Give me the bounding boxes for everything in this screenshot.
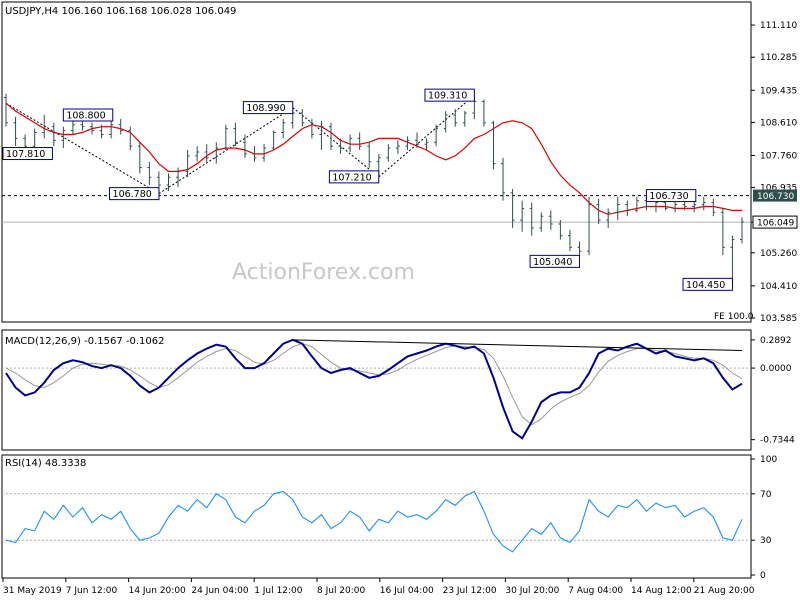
rsi-header: RSI(14) 48.3338	[5, 458, 86, 469]
watermark: ActionForex.com	[232, 260, 415, 285]
time-tick-label: 21 Aug 20:00	[694, 586, 755, 596]
chart-background	[0, 0, 800, 600]
annotation-label: 106.780	[113, 189, 152, 200]
time-tick-label: 7 Aug 04:00	[568, 586, 623, 596]
current-price-label: 106.049	[757, 219, 794, 229]
annotation-label: 108.800	[66, 110, 105, 121]
time-tick-label: 7 Jun 12:00	[66, 586, 118, 596]
level-tag-label: 106.730	[757, 192, 794, 202]
annotation-label: 104.450	[686, 280, 725, 291]
annotation-label: 106.730	[649, 191, 688, 202]
price-tick-label: 108.610	[760, 118, 797, 128]
price-tick-label: 107.760	[760, 151, 797, 161]
rsi-tick-label: 100	[760, 455, 777, 465]
annotation-label: 108.990	[246, 103, 285, 114]
time-tick-label: 30 Jul 20:00	[505, 586, 559, 596]
macd-tick-label: -0.7344	[760, 436, 795, 446]
price-tick-label: 111.110	[760, 21, 797, 31]
time-tick-label: 23 Jul 12:00	[443, 586, 497, 596]
chart-svg: USDJPY,H4 106.160 106.168 106.028 106.04…	[0, 0, 800, 600]
macd-header: MACD(12,26,9) -0.1567 -0.1062	[5, 336, 165, 347]
annotation-label: 107.810	[6, 149, 45, 160]
macd-tick-label: 0.0000	[760, 364, 792, 374]
annotation-label: 109.310	[428, 91, 467, 102]
annotation-label: 107.210	[332, 172, 371, 183]
time-tick-label: 14 Jun 20:00	[129, 586, 186, 596]
time-tick-label: 16 Jul 04:00	[380, 586, 434, 596]
rsi-tick-label: 0	[760, 571, 766, 581]
price-tick-label: 109.435	[760, 86, 797, 96]
rsi-tick-label: 70	[760, 490, 772, 500]
fe-label: FE 100.0	[714, 312, 754, 322]
time-tick-label: 31 May 2019	[3, 586, 62, 596]
macd-tick-label: 0.2892	[760, 336, 792, 346]
time-tick-label: 1 Jul 12:00	[254, 586, 303, 596]
time-tick-label: 24 Jun 04:00	[191, 586, 248, 596]
price-header: USDJPY,H4 106.160 106.168 106.028 106.04…	[5, 6, 236, 17]
price-tick-label: 110.285	[760, 53, 797, 63]
annotation-label: 105.040	[533, 257, 572, 268]
price-tick-label: 103.585	[760, 314, 797, 324]
rsi-tick-label: 30	[760, 536, 772, 546]
price-tick-label: 104.410	[760, 282, 797, 292]
time-tick-label: 14 Aug 12:00	[631, 586, 692, 596]
price-tick-label: 105.260	[760, 249, 797, 259]
time-tick-label: 8 Jul 20:00	[317, 586, 366, 596]
